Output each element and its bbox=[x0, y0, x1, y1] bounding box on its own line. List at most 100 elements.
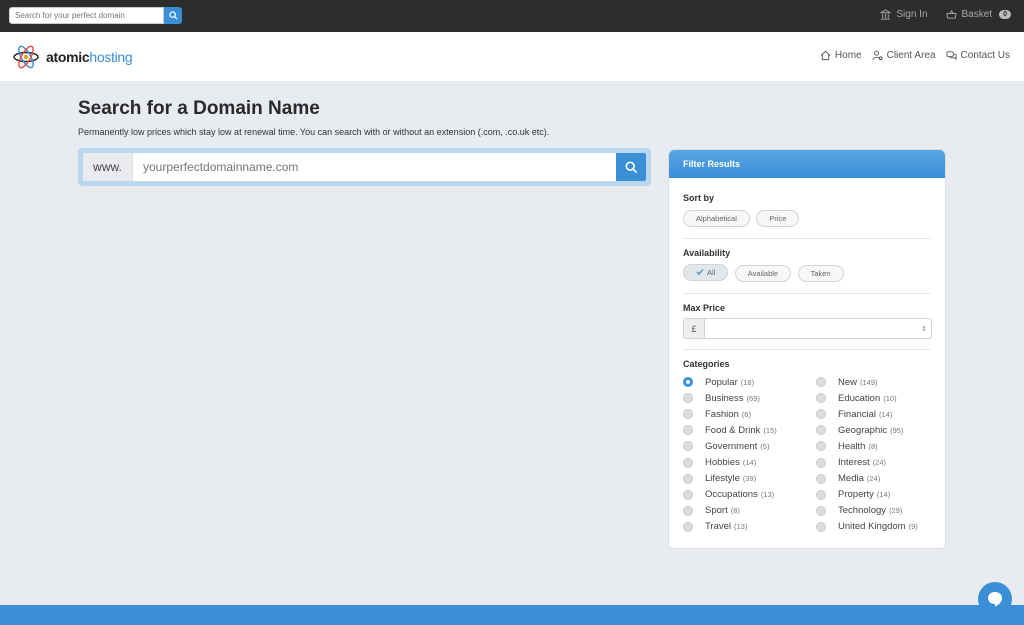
category-item[interactable]: Interest (24) bbox=[816, 454, 918, 470]
category-item[interactable]: Media (24) bbox=[816, 471, 918, 487]
category-label: Lifestyle (39) bbox=[705, 473, 756, 484]
category-item[interactable]: Sport (8) bbox=[683, 503, 777, 519]
nav-contact-us[interactable]: Contact Us bbox=[945, 50, 1010, 61]
category-label: Hobbies (14) bbox=[705, 457, 756, 468]
category-name: New bbox=[838, 376, 858, 388]
category-name: Fashion bbox=[705, 408, 739, 420]
category-name: Hobbies bbox=[705, 457, 740, 469]
category-item[interactable]: Occupations (13) bbox=[683, 487, 777, 503]
filter-title: Filter Results bbox=[669, 150, 945, 178]
category-name: Education bbox=[838, 392, 881, 404]
category-radio[interactable] bbox=[683, 521, 693, 532]
category-name: Business bbox=[705, 392, 744, 404]
category-item[interactable]: Business (69) bbox=[683, 390, 777, 406]
category-label: Food & Drink (15) bbox=[705, 425, 777, 436]
category-name: Technology bbox=[838, 505, 887, 517]
category-count: (9) bbox=[908, 522, 918, 532]
category-label: Government (5) bbox=[705, 441, 769, 452]
category-item[interactable]: Property (14) bbox=[816, 487, 918, 503]
category-radio[interactable] bbox=[683, 441, 693, 452]
logo[interactable]: atomichosting bbox=[12, 43, 133, 71]
category-item[interactable]: Government (5) bbox=[683, 438, 777, 454]
category-item[interactable]: United Kingdom (9) bbox=[816, 519, 918, 535]
top-bar: Sign In Basket 0 bbox=[0, 0, 1024, 32]
category-item[interactable]: Geographic (95) bbox=[816, 422, 918, 438]
category-count: (14) bbox=[742, 458, 757, 468]
category-item[interactable]: Health (8) bbox=[816, 438, 918, 454]
category-item[interactable]: Popular (18) bbox=[683, 374, 777, 390]
search-icon bbox=[168, 11, 178, 20]
divider bbox=[683, 349, 931, 350]
category-radio[interactable] bbox=[816, 473, 826, 484]
category-count: (14) bbox=[876, 490, 891, 500]
category-name: Health bbox=[838, 440, 866, 452]
category-radio[interactable] bbox=[683, 505, 693, 516]
availability-available-button[interactable]: Available bbox=[734, 265, 792, 282]
category-count: (24) bbox=[866, 474, 881, 484]
user-settings-icon bbox=[872, 50, 883, 61]
sort-by-label: Sort by bbox=[683, 193, 715, 203]
category-radio[interactable] bbox=[816, 457, 826, 468]
availability-all-button[interactable]: All bbox=[683, 263, 729, 281]
category-label: Travel (13) bbox=[705, 521, 747, 532]
top-search-button[interactable] bbox=[164, 7, 182, 24]
category-radio[interactable] bbox=[683, 457, 693, 468]
category-radio[interactable] bbox=[816, 489, 826, 500]
category-radio[interactable] bbox=[683, 409, 693, 420]
category-item[interactable]: Education (10) bbox=[816, 390, 918, 406]
nav-client-area[interactable]: Client Area bbox=[872, 50, 936, 61]
category-name: Property bbox=[838, 489, 874, 501]
category-item[interactable]: Food & Drink (15) bbox=[683, 422, 777, 438]
max-price-input[interactable] bbox=[705, 319, 917, 338]
domain-search-button[interactable] bbox=[616, 153, 646, 181]
category-radio[interactable] bbox=[816, 521, 826, 532]
availability-taken-button[interactable]: Taken bbox=[797, 265, 844, 282]
category-radio[interactable] bbox=[683, 473, 693, 484]
category-item[interactable]: Fashion (6) bbox=[683, 406, 777, 422]
category-radio[interactable] bbox=[816, 409, 826, 420]
category-radio[interactable] bbox=[683, 393, 693, 404]
basket-icon bbox=[945, 10, 957, 19]
category-label: Education (10) bbox=[838, 393, 897, 404]
category-radio[interactable] bbox=[816, 377, 826, 388]
category-radio[interactable] bbox=[816, 393, 826, 404]
category-item[interactable]: Hobbies (14) bbox=[683, 454, 777, 470]
price-stepper-icon[interactable]: ⇕ bbox=[917, 319, 931, 338]
nav-client-area-label: Client Area bbox=[886, 50, 936, 61]
category-name: Popular bbox=[705, 376, 738, 388]
category-radio[interactable] bbox=[816, 441, 826, 452]
category-radio[interactable] bbox=[816, 505, 826, 516]
domain-search-input[interactable] bbox=[133, 153, 616, 181]
category-label: Business (69) bbox=[705, 393, 760, 404]
category-count: (5) bbox=[760, 441, 770, 451]
sign-in-link[interactable]: Sign In bbox=[880, 9, 928, 20]
category-count: (13) bbox=[734, 522, 748, 532]
nav-home[interactable]: Home bbox=[820, 50, 862, 61]
live-chat-button[interactable] bbox=[978, 582, 1012, 616]
category-radio[interactable] bbox=[683, 377, 693, 388]
availability-section: Availability All Available Taken bbox=[683, 248, 846, 282]
category-column-left: Popular (18) Business (69) Fashion (6) Food & … bbox=[683, 374, 777, 535]
sort-by-section: Sort by Alphabetical Price bbox=[683, 193, 801, 227]
category-radio[interactable] bbox=[683, 425, 693, 436]
category-label: Sport (8) bbox=[705, 505, 740, 516]
category-radio[interactable] bbox=[683, 489, 693, 500]
currency-symbol: £ bbox=[684, 319, 705, 338]
divider bbox=[683, 293, 931, 294]
category-name: Media bbox=[838, 473, 864, 485]
category-item[interactable]: Lifestyle (39) bbox=[683, 471, 777, 487]
nav-home-label: Home bbox=[834, 50, 862, 61]
basket-link[interactable]: Basket 0 bbox=[945, 9, 1011, 20]
sort-alphabetical-button[interactable]: Alphabetical bbox=[683, 210, 750, 227]
top-search-input[interactable] bbox=[9, 7, 164, 24]
category-item[interactable]: Financial (14) bbox=[816, 406, 918, 422]
category-item[interactable]: Travel (13) bbox=[683, 519, 777, 535]
category-radio[interactable] bbox=[816, 425, 826, 436]
search-icon bbox=[625, 161, 637, 173]
category-item[interactable]: New (149) bbox=[816, 374, 918, 390]
sort-price-button[interactable]: Price bbox=[756, 210, 800, 227]
category-count: (69) bbox=[746, 393, 760, 403]
category-name: Occupations bbox=[705, 489, 758, 501]
category-item[interactable]: Technology (29) bbox=[816, 503, 918, 519]
category-count: (10) bbox=[883, 393, 897, 403]
